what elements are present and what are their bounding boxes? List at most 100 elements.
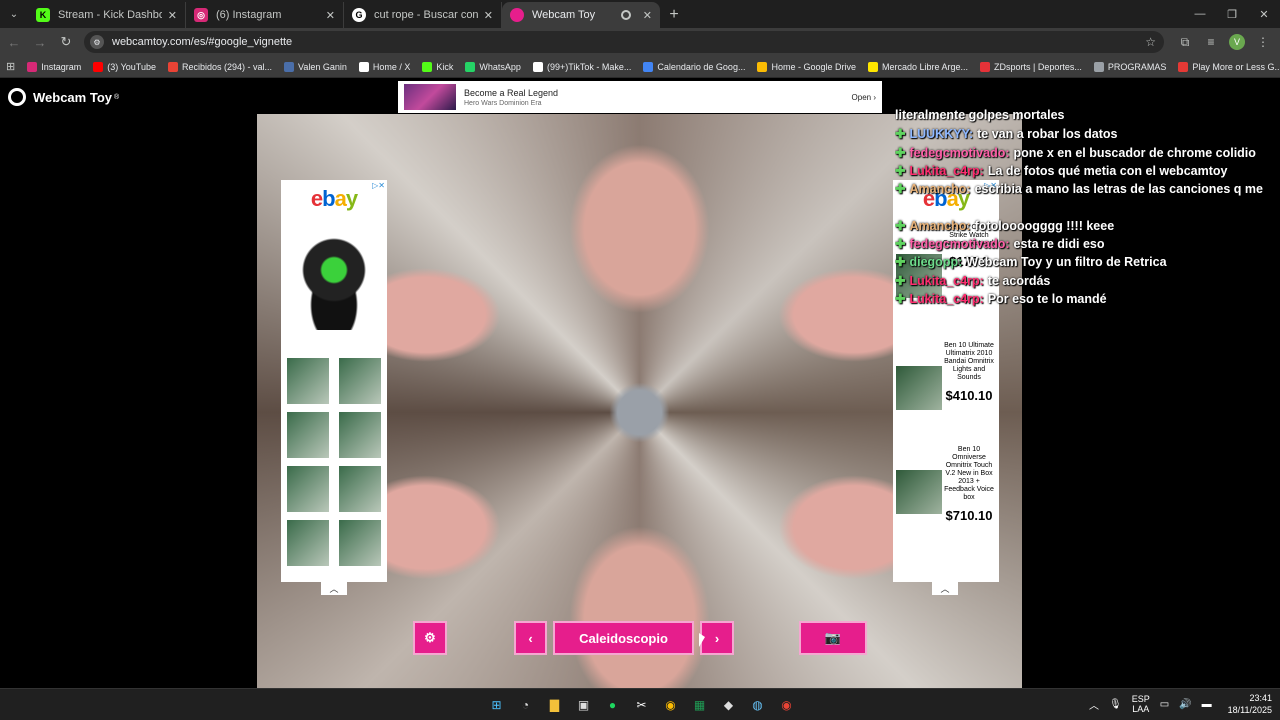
bookmark-star-icon[interactable]: ☆ xyxy=(1145,35,1156,49)
bookmark-item[interactable]: Mercado Libre Arge... xyxy=(867,61,968,72)
bookmark-label: Recibidos (294) - val... xyxy=(181,61,273,72)
bookmark-item[interactable]: (99+)TikTok - Make... xyxy=(532,61,631,72)
product-thumbnail[interactable] xyxy=(339,358,381,404)
minimize-icon[interactable]: — xyxy=(1184,0,1216,28)
bookmark-item[interactable]: Calendario de Goog... xyxy=(643,61,745,72)
tab-google-search[interactable]: G cut rope - Buscar con Google ✕ xyxy=(344,2,502,28)
close-tab-icon[interactable]: ✕ xyxy=(168,9,177,22)
chat-text: escribia a mano las letras de las cancio… xyxy=(974,182,1263,197)
tab-instagram[interactable]: ◎ (6) Instagram ✕ xyxy=(186,2,344,28)
chat-username[interactable]: fedegcmotivado: xyxy=(909,237,1009,251)
file-explorer-icon[interactable]: ▇ xyxy=(540,693,569,717)
chat-username[interactable]: Lukita_c4rp: xyxy=(909,274,983,288)
chat-username[interactable]: Amancho: xyxy=(909,219,970,233)
chat-username[interactable]: diegopp: xyxy=(909,255,962,269)
extensions-icon[interactable]: ⧉ xyxy=(1172,35,1198,50)
chat-badge-icon: ✚ xyxy=(895,145,906,160)
media-controls-icon[interactable]: ≡ xyxy=(1198,35,1224,49)
reload-button[interactable]: ↻ xyxy=(54,30,78,54)
close-window-icon[interactable]: ✕ xyxy=(1248,0,1280,28)
bookmark-item[interactable]: (3) YouTube xyxy=(93,61,156,72)
language-indicator[interactable]: ESP LAA xyxy=(1132,694,1150,714)
capcut-icon[interactable]: ✂ xyxy=(627,693,656,717)
forward-button[interactable]: → xyxy=(28,30,52,54)
product-thumbnail[interactable] xyxy=(287,358,329,404)
product-thumbnail[interactable] xyxy=(287,466,329,512)
restore-icon[interactable]: ❐ xyxy=(1216,0,1248,28)
close-tab-icon[interactable]: ✕ xyxy=(643,9,652,22)
bookmark-item[interactable]: Instagram xyxy=(27,61,81,72)
product-thumbnail[interactable] xyxy=(287,412,329,458)
bookmark-item[interactable]: Kick xyxy=(422,61,453,72)
next-effect-button[interactable]: › xyxy=(700,621,734,655)
tab-kick-dashboard[interactable]: K Stream - Kick Dashboard ✕ xyxy=(28,2,186,28)
webcam-toy-logo-icon xyxy=(8,88,26,106)
spotify-icon[interactable]: ● xyxy=(598,693,627,717)
bookmark-item[interactable]: WhatsApp xyxy=(465,61,521,72)
omnitrix-product-image[interactable] xyxy=(288,230,380,330)
product-thumbnail[interactable] xyxy=(339,466,381,512)
bookmark-item[interactable]: PROGRAMAS xyxy=(1093,61,1166,72)
chat-username[interactable]: fedegcmotivado: xyxy=(909,146,1009,160)
ad-product[interactable]: Ben 10 Ultimate Ultimatrix 2010 Bandai O… xyxy=(893,342,999,410)
steam-icon[interactable]: ◍ xyxy=(743,693,772,717)
tab-search-chevron-icon[interactable]: ⌄ xyxy=(0,0,28,28)
bookmark-item[interactable]: Home - Google Drive xyxy=(757,61,856,72)
microsoft-store-icon[interactable]: ▣ xyxy=(569,693,598,717)
excel-icon[interactable]: ▦ xyxy=(685,693,714,717)
chat-username[interactable]: LUUKKYY: xyxy=(909,127,973,141)
effect-name-button[interactable]: Caleidoscopio xyxy=(553,621,694,655)
bookmark-item[interactable]: Home / X xyxy=(358,61,410,72)
browser-notification-icon[interactable]: ◔ xyxy=(511,693,540,717)
profile-avatar[interactable]: V xyxy=(1229,34,1245,50)
right-ad-collapse-chevron-icon[interactable]: ︿ xyxy=(932,581,958,595)
ad-product[interactable]: Ben 10 Omniverse Omnitrix Touch V.2 New … xyxy=(893,446,999,523)
windows-start-icon[interactable]: ⊞ xyxy=(482,693,511,717)
new-tab-button[interactable]: + xyxy=(660,2,688,28)
network-icon[interactable]: ▭ xyxy=(1160,699,1169,710)
bookmark-item[interactable]: Play More or Less G... xyxy=(1178,61,1280,72)
volume-icon[interactable]: 🔊 xyxy=(1179,699,1191,710)
close-tab-icon[interactable]: ✕ xyxy=(484,9,493,22)
chat-username[interactable]: Amancho: xyxy=(909,182,970,196)
left-ebay-ad[interactable]: ▷✕ ebay xyxy=(281,180,387,582)
top-banner-ad[interactable]: Become a Real Legend Hero Wars Dominion … xyxy=(398,81,882,113)
bookmark-item[interactable]: ZDsports | Deportes... xyxy=(980,61,1082,72)
microphone-icon[interactable]: 🎙 xyxy=(1109,699,1122,710)
ad-thumbnail xyxy=(404,84,456,110)
back-button[interactable]: ← xyxy=(2,30,26,54)
bookmark-item[interactable]: Valen Ganin xyxy=(284,61,347,72)
close-tab-icon[interactable]: ✕ xyxy=(326,9,335,22)
ad-subline: Hero Wars Dominion Era xyxy=(464,99,542,107)
previous-effect-button[interactable]: ‹ xyxy=(514,621,547,655)
chat-username[interactable]: Lukita_c4rp: xyxy=(909,292,983,306)
show-hidden-icons-chevron-icon[interactable]: ︿ xyxy=(1089,697,1099,712)
ad-open-button[interactable]: Open › xyxy=(852,93,876,102)
take-photo-button[interactable]: 📷 xyxy=(799,621,867,655)
ad-choices-icon[interactable]: ▷✕ xyxy=(372,181,385,190)
battery-icon[interactable]: ▬ xyxy=(1202,699,1212,710)
menu-icon[interactable]: ⋮ xyxy=(1250,35,1276,49)
chat-text: pone x en el buscador de chrome colidio xyxy=(1013,145,1256,160)
product-thumbnail[interactable] xyxy=(339,412,381,458)
tab-webcam-toy[interactable]: Webcam Toy ✕ xyxy=(502,2,660,28)
ebay-logo: ebay xyxy=(310,186,358,211)
settings-button[interactable]: ⚙ xyxy=(413,621,447,655)
left-ad-collapse-chevron-icon[interactable]: ︿ xyxy=(321,581,347,595)
site-info-icon[interactable]: ⚙ xyxy=(90,35,104,49)
epic-games-icon[interactable]: ◆ xyxy=(714,693,743,717)
tab-title: (6) Instagram xyxy=(216,9,282,21)
chrome-icon[interactable]: ◉ xyxy=(656,693,685,717)
product-thumbnail[interactable] xyxy=(287,520,329,566)
product-thumbnail[interactable] xyxy=(339,520,381,566)
chat-message: ✚ fedegcmotivado: pone x en el buscador de… xyxy=(895,145,1280,163)
address-bar[interactable]: ⚙ webcamtoy.com/es/#google_vignette ☆ xyxy=(84,31,1164,53)
clock[interactable]: 23:41 18/11/2025 xyxy=(1228,692,1272,716)
chat-username[interactable]: Lukita_c4rp: xyxy=(909,164,983,178)
site-logo[interactable]: Webcam Toy ® xyxy=(8,88,119,106)
stream-chat-overlay: literalmente golpes mortales ✚ LUUKKYY: te … xyxy=(895,108,1280,309)
chrome-active-icon[interactable]: ◉ xyxy=(772,693,801,717)
product-thumbnails xyxy=(281,330,387,566)
bookmark-item[interactable]: Recibidos (294) - val... xyxy=(167,61,273,72)
apps-grid-icon[interactable]: ⊞ xyxy=(6,60,15,73)
